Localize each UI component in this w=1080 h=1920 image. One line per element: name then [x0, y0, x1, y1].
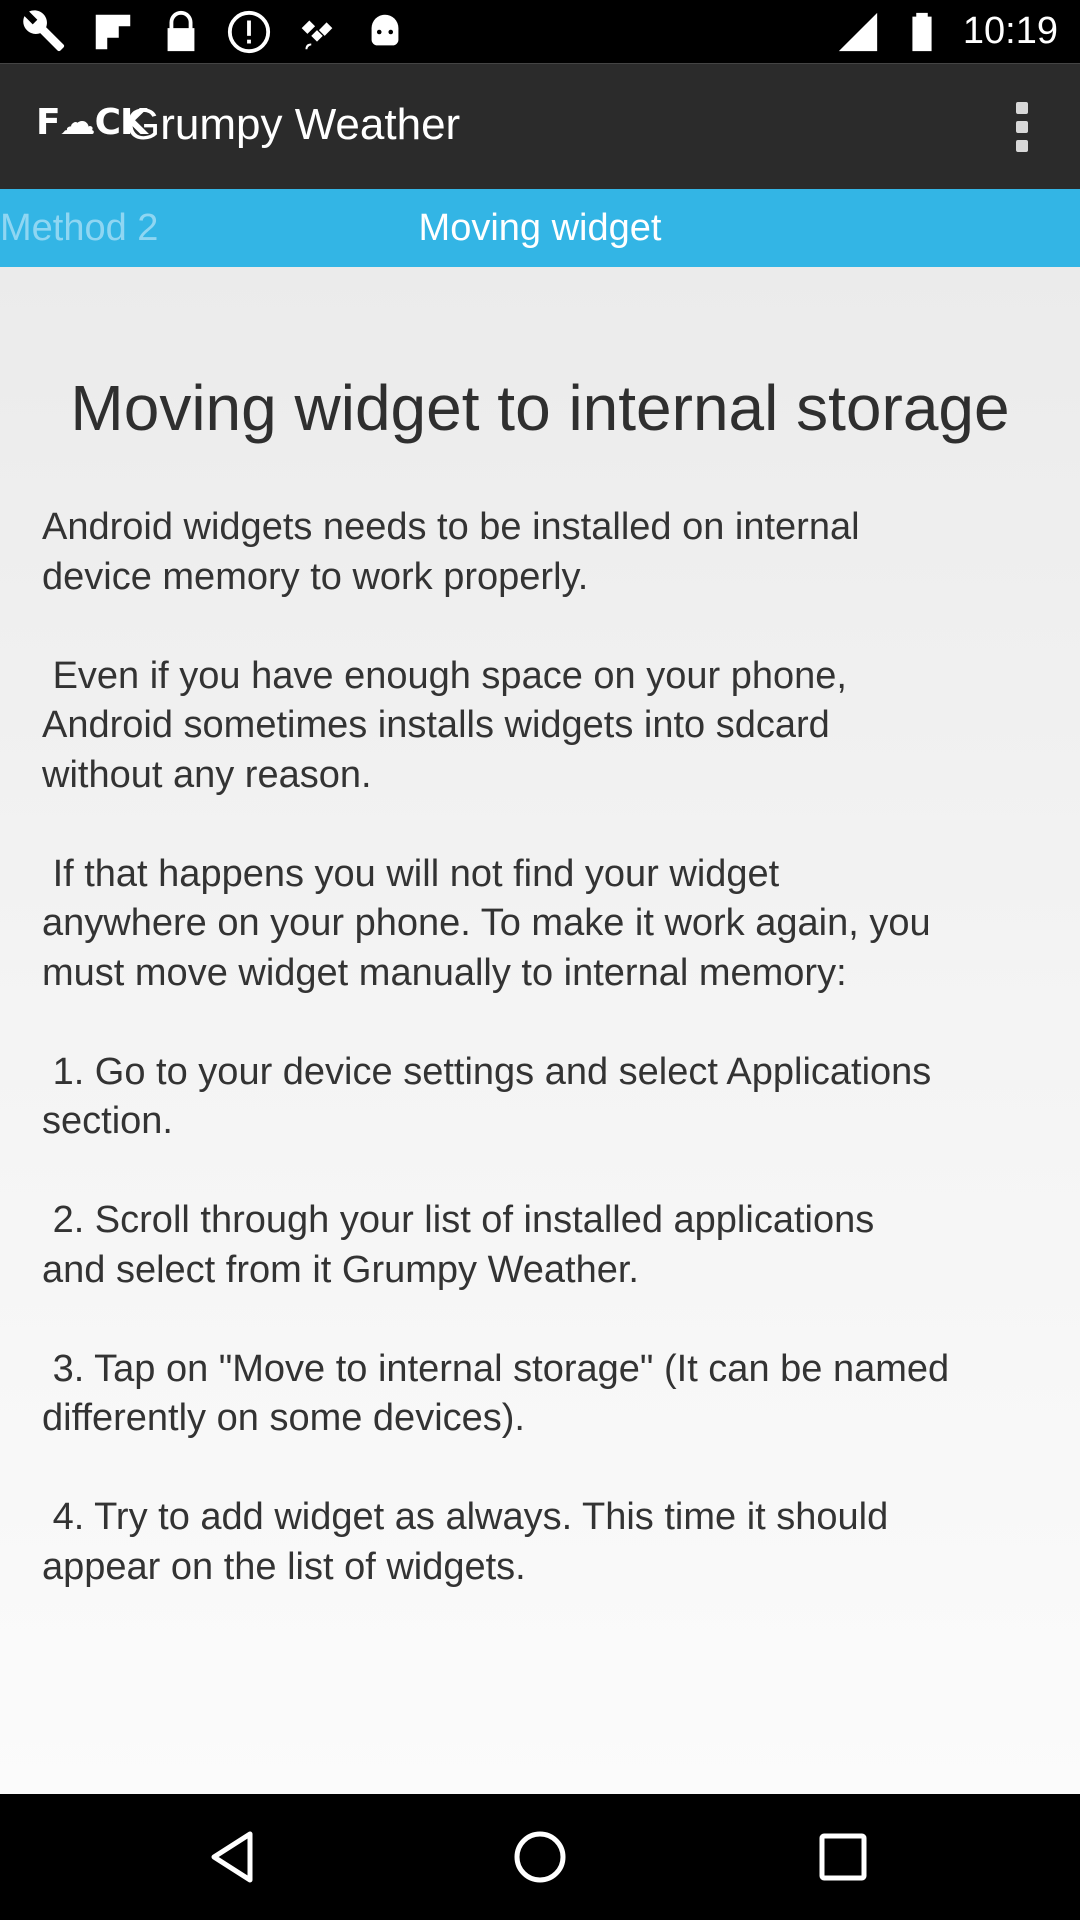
navigation-bar [0, 1794, 1080, 1920]
article-body: Android widgets needs to be installed on… [42, 506, 950, 1588]
status-bar: 10:19 [0, 0, 1080, 63]
back-icon[interactable] [200, 1822, 270, 1892]
app-bar: F☁CK Grumpy Weather [0, 63, 1080, 190]
lock-icon [167, 10, 195, 52]
battery-icon [912, 12, 932, 51]
tab-moving-widget[interactable]: Moving widget [0, 207, 1080, 250]
signal-icon [838, 12, 878, 51]
status-clock: 10:19 [962, 10, 1058, 52]
fake-gps-icon [301, 20, 333, 50]
notification-icons [22, 8, 408, 56]
overflow-menu-icon[interactable] [992, 96, 1052, 158]
android-icon [371, 14, 399, 46]
app-title: Grumpy Weather [126, 100, 461, 149]
system-status: 10:19 [835, 0, 1058, 63]
article-heading: Moving widget to internal storage [70, 372, 1010, 444]
alert-icon [227, 10, 271, 54]
tab-strip: Method 2 Moving widget [0, 189, 1080, 267]
home-icon[interactable] [505, 1822, 575, 1892]
wrench-icon [23, 10, 65, 52]
recent-apps-icon[interactable] [808, 1822, 878, 1892]
flipboard-icon [95, 14, 131, 50]
article-content: Moving widget to internal storage Androi… [0, 267, 1080, 1794]
